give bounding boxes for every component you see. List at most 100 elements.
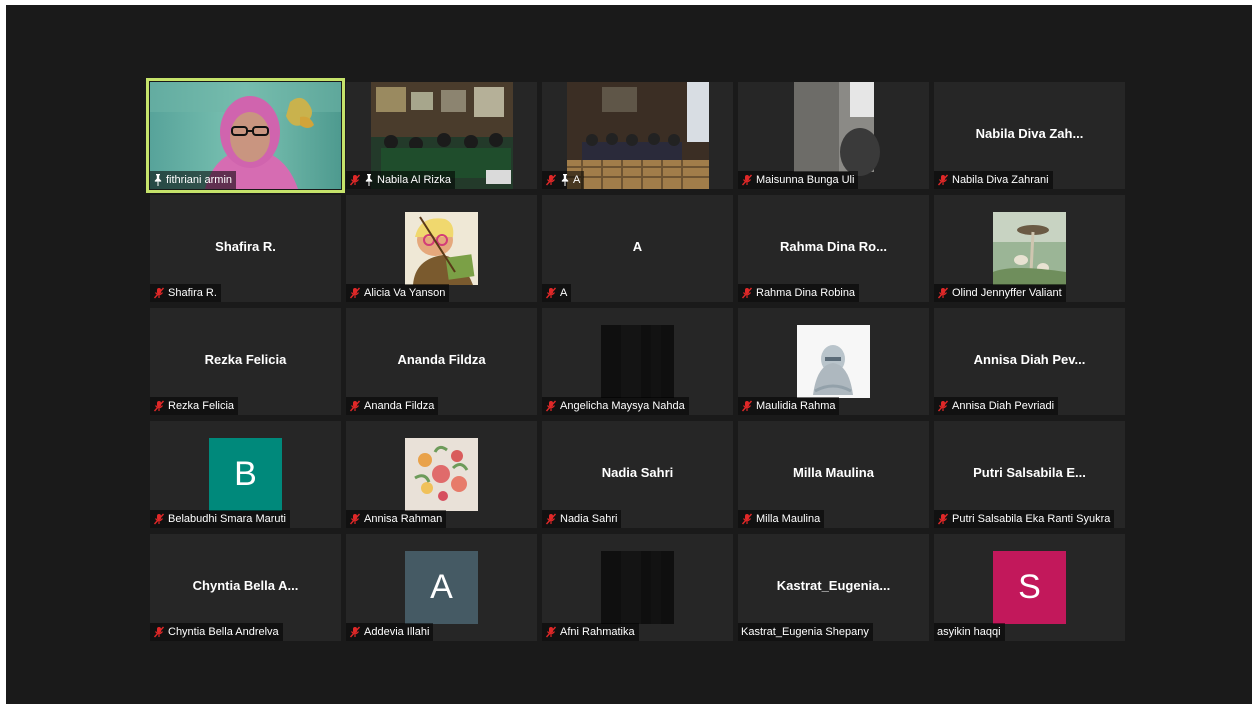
participant-name: Annisa Rahman bbox=[364, 513, 443, 525]
participant-display-name: Ananda Fildza bbox=[397, 352, 486, 367]
participant-avatar: A bbox=[405, 551, 478, 624]
participant-name-label: Annisa Rahman bbox=[346, 510, 447, 528]
mic-muted-icon bbox=[545, 174, 557, 186]
participant-tile[interactable]: Angelicha Maysya Nahda bbox=[542, 308, 733, 415]
participant-name-label: Belabudhi Smara Maruti bbox=[150, 510, 291, 528]
participant-name-label: Olind Jennyffer Valiant bbox=[934, 284, 1066, 302]
meeting-window: fithriani armin Nabila Al Rizka A Maisunna … bbox=[6, 5, 1252, 704]
participant-name: Nadia Sahri bbox=[560, 513, 618, 525]
participant-name-label: Nabila Al Rizka bbox=[346, 171, 455, 189]
participant-tile[interactable]: Olind Jennyffer Valiant bbox=[934, 195, 1125, 302]
participant-name-label: Nabila Diva Zahrani bbox=[934, 171, 1053, 189]
participant-name-label: Angelicha Maysya Nahda bbox=[542, 397, 689, 415]
participant-name-label: Ananda Fildza bbox=[346, 397, 439, 415]
participant-name-label: Maulidia Rahma bbox=[738, 397, 840, 415]
participant-name: Rezka Felicia bbox=[168, 400, 235, 412]
mic-muted-icon bbox=[937, 513, 949, 525]
pin-icon bbox=[154, 174, 162, 186]
participant-name-label: Milla Maulina bbox=[738, 510, 825, 528]
participant-name: A bbox=[560, 287, 568, 299]
participant-tile[interactable]: fithriani armin bbox=[146, 78, 345, 193]
participant-tile[interactable]: A Addevia Illahi bbox=[346, 534, 537, 641]
profile-picture bbox=[405, 212, 478, 285]
participant-display-name: Nabila Diva Zah... bbox=[975, 126, 1084, 141]
mic-muted-icon bbox=[937, 287, 949, 299]
participant-tile[interactable]: Kastrat_Eugenia... Kastrat_Eugenia Shepan… bbox=[738, 534, 929, 641]
mic-muted-icon bbox=[545, 626, 557, 638]
participant-tile[interactable]: Annisa Rahman bbox=[346, 421, 537, 528]
mic-muted-icon bbox=[153, 626, 165, 638]
participant-tile[interactable]: B Belabudhi Smara Maruti bbox=[150, 421, 341, 528]
participant-tile[interactable]: Nabila Al Rizka bbox=[346, 82, 537, 189]
participant-display-name: A bbox=[632, 239, 643, 254]
participant-name: Olind Jennyffer Valiant bbox=[952, 287, 1062, 299]
participant-name-label: Chyntia Bella Andrelva bbox=[150, 623, 283, 641]
participant-name: Annisa Diah Pevriadi bbox=[952, 400, 1055, 412]
participant-tile[interactable]: Rezka Felicia Rezka Felicia bbox=[150, 308, 341, 415]
participant-tile[interactable]: Shafira R. Shafira R. bbox=[150, 195, 341, 302]
participant-name-label: Rezka Felicia bbox=[150, 397, 239, 415]
participant-tile[interactable]: Nadia Sahri Nadia Sahri bbox=[542, 421, 733, 528]
mic-muted-icon bbox=[153, 287, 165, 299]
participant-tile[interactable]: Maisunna Bunga Uli bbox=[738, 82, 929, 189]
participant-name-label: Alicia Va Yanson bbox=[346, 284, 450, 302]
participant-display-name: Nadia Sahri bbox=[601, 465, 674, 480]
mic-muted-icon bbox=[937, 400, 949, 412]
participant-display-name: Annisa Diah Pev... bbox=[973, 352, 1086, 367]
pin-icon bbox=[561, 174, 569, 186]
participant-name-label: Shafira R. bbox=[150, 284, 221, 302]
participant-display-name: Rahma Dina Ro... bbox=[780, 239, 887, 254]
participant-name: Maulidia Rahma bbox=[756, 400, 836, 412]
participant-name: Ananda Fildza bbox=[364, 400, 435, 412]
participant-name-label: Maisunna Bunga Uli bbox=[738, 171, 859, 189]
mic-muted-icon bbox=[349, 626, 361, 638]
mic-muted-icon bbox=[741, 400, 753, 412]
participant-name-label: Annisa Diah Pevriadi bbox=[934, 397, 1059, 415]
gallery-grid: fithriani armin Nabila Al Rizka A Maisunna … bbox=[146, 78, 1125, 641]
participant-tile[interactable]: Afni Rahmatika bbox=[542, 534, 733, 641]
mic-muted-icon bbox=[741, 513, 753, 525]
participant-tile[interactable]: AA bbox=[542, 195, 733, 302]
participant-tile[interactable]: Chyntia Bella A... Chyntia Bella Andrelva bbox=[150, 534, 341, 641]
participant-display-name: Rezka Felicia bbox=[204, 352, 287, 367]
profile-picture bbox=[797, 325, 870, 398]
participant-name-label: Putri Salsabila Eka Ranti Syukra bbox=[934, 510, 1115, 528]
mic-muted-icon bbox=[153, 400, 165, 412]
participant-tile[interactable]: Milla Maulina Milla Maulina bbox=[738, 421, 929, 528]
participant-name-label: asyikin haqqi bbox=[934, 623, 1005, 641]
participant-tile[interactable]: Ananda Fildza Ananda Fildza bbox=[346, 308, 537, 415]
mic-muted-icon bbox=[153, 513, 165, 525]
pin-icon bbox=[365, 174, 373, 186]
participant-tile[interactable]: Maulidia Rahma bbox=[738, 308, 929, 415]
participant-name-label: Kastrat_Eugenia Shepany bbox=[738, 623, 873, 641]
mic-muted-icon bbox=[349, 513, 361, 525]
participant-name-label: A bbox=[542, 171, 585, 189]
participant-name: Alicia Va Yanson bbox=[364, 287, 446, 299]
participant-name: asyikin haqqi bbox=[937, 626, 1001, 638]
profile-picture bbox=[405, 438, 478, 511]
participant-name: Chyntia Bella Andrelva bbox=[168, 626, 279, 638]
participant-display-name: Putri Salsabila E... bbox=[973, 465, 1086, 480]
participant-display-name: Chyntia Bella A... bbox=[192, 578, 299, 593]
participant-tile[interactable]: Sasyikin haqqi bbox=[934, 534, 1125, 641]
participant-name-label: fithriani armin bbox=[150, 171, 237, 189]
participant-tile[interactable]: Rahma Dina Ro... Rahma Dina Robina bbox=[738, 195, 929, 302]
participant-name: Afni Rahmatika bbox=[560, 626, 635, 638]
mic-muted-icon bbox=[937, 174, 949, 186]
participant-tile[interactable]: Annisa Diah Pev... Annisa Diah Pevriadi bbox=[934, 308, 1125, 415]
participant-display-name: Shafira R. bbox=[215, 239, 276, 254]
participant-name: Maisunna Bunga Uli bbox=[756, 174, 855, 186]
participant-tile[interactable]: Nabila Diva Zah... Nabila Diva Zahrani bbox=[934, 82, 1125, 189]
participant-tile[interactable]: A bbox=[542, 82, 733, 189]
participant-name: Milla Maulina bbox=[756, 513, 821, 525]
mic-muted-icon bbox=[545, 287, 557, 299]
mic-muted-icon bbox=[545, 400, 557, 412]
participant-display-name: Kastrat_Eugenia... bbox=[776, 578, 891, 593]
participant-name-label: Nadia Sahri bbox=[542, 510, 622, 528]
participant-tile[interactable]: Putri Salsabila E... Putri Salsabila Eka … bbox=[934, 421, 1125, 528]
participant-tile[interactable]: Alicia Va Yanson bbox=[346, 195, 537, 302]
participant-name: fithriani armin bbox=[166, 174, 233, 186]
profile-picture bbox=[601, 325, 674, 398]
participant-name: Shafira R. bbox=[168, 287, 217, 299]
participant-name-label: A bbox=[542, 284, 572, 302]
